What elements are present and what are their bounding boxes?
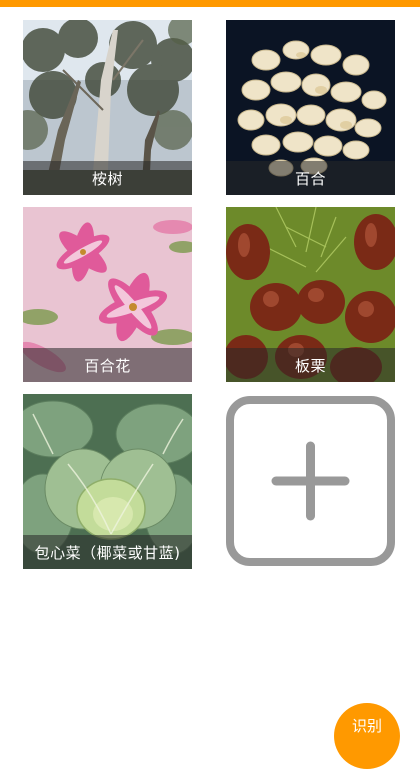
gallery-item-lily-bulb[interactable]: 百合 bbox=[226, 20, 395, 195]
gallery-item-label: 包心菜（椰菜或甘蓝) bbox=[23, 535, 192, 569]
gallery-item-label: 板栗 bbox=[226, 348, 395, 382]
gallery-item-lily-flower[interactable]: 百合花 bbox=[23, 207, 192, 382]
gallery-item-chestnut[interactable]: 板栗 bbox=[226, 207, 395, 382]
identify-fab-label: 识别 bbox=[351, 717, 382, 735]
gallery-item-label: 百合花 bbox=[23, 348, 192, 382]
plus-icon bbox=[226, 396, 395, 566]
gallery-item-label: 桉树 bbox=[23, 161, 192, 195]
gallery-item-label: 百合 bbox=[226, 161, 395, 195]
identify-fab-button[interactable]: 识别 bbox=[334, 703, 400, 769]
add-image-button[interactable] bbox=[226, 396, 395, 566]
image-gallery: 桉树 百合 百合花 板栗 包心菜（椰菜或甘蓝) bbox=[0, 0, 420, 724]
gallery-item-cabbage[interactable]: 包心菜（椰菜或甘蓝) bbox=[23, 394, 192, 569]
gallery-item-eucalyptus[interactable]: 桉树 bbox=[23, 20, 192, 195]
